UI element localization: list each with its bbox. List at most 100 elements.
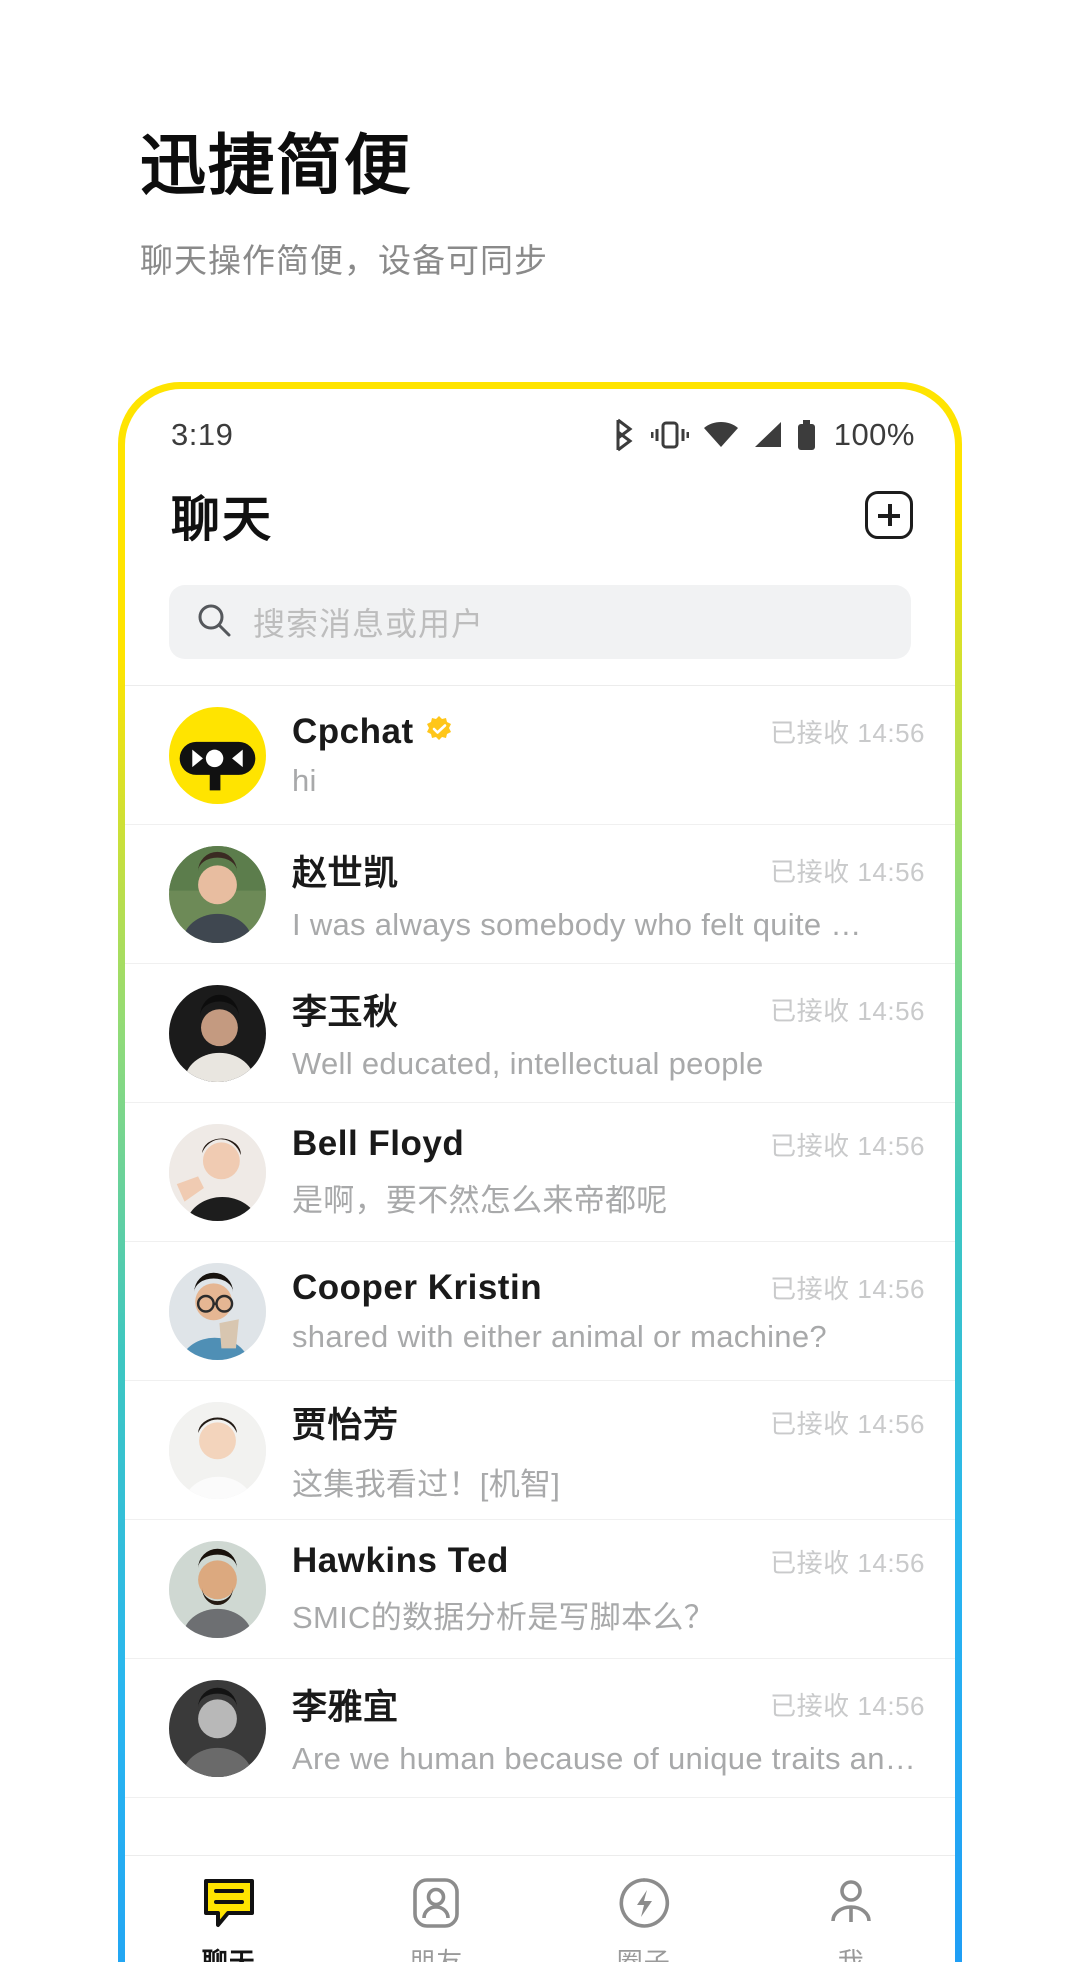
- phone-frame-gradient: 3:19 100% 聊天 搜索消息或用户 Cpchat 已接收 14:56 hi…: [118, 382, 962, 1962]
- photo-avatar-man-glasses-cup: [169, 1262, 266, 1360]
- list-item[interactable]: 贾怡芳 已接收 14:56 这集我看过！[机智]: [125, 1381, 955, 1520]
- list-item-body: Hawkins Ted 已接收 14:56 SMIC的数据分析是写脚本么？: [266, 1541, 925, 1637]
- tab-label: 圈子: [616, 1947, 671, 1962]
- list-item-header: Cooper Kristin 已接收 14:56: [292, 1268, 925, 1308]
- page-title: 迅捷简便: [140, 128, 412, 202]
- friends-person-icon: [411, 1874, 461, 1932]
- phone-mockup: 3:19 100% 聊天 搜索消息或用户 Cpchat 已接收 14:56 hi…: [118, 382, 962, 1962]
- contact-name: Cooper Kristin: [292, 1267, 543, 1307]
- status-badge: 已接收 14:56: [770, 1547, 925, 1578]
- profile-person-icon: [826, 1874, 876, 1932]
- phone-screen: 3:19 100% 聊天 搜索消息或用户 Cpchat 已接收 14:56 hi…: [125, 389, 955, 1962]
- battery-percent-label: 100%: [833, 417, 915, 452]
- message-preview: SMIC的数据分析是写脚本么？: [292, 1600, 715, 1635]
- chat-bubble-icon: [202, 1874, 256, 1932]
- avatar: [169, 1679, 266, 1777]
- list-item-body: 赵世凯 已接收 14:56 I was always somebody who …: [266, 845, 925, 943]
- tab-label: 朋友: [409, 1947, 464, 1962]
- status-badge: 已接收 14:56: [770, 1274, 925, 1304]
- list-item-body: 李雅宜 已接收 14:56 Are we human because of un…: [266, 1679, 925, 1777]
- list-item[interactable]: Cooper Kristin 已接收 14:56 shared with eit…: [125, 1242, 955, 1381]
- status-badge: 已接收 14:56: [770, 857, 925, 887]
- avatar: [169, 706, 266, 804]
- list-item[interactable]: Hawkins Ted 已接收 14:56 SMIC的数据分析是写脚本么？: [125, 1520, 955, 1659]
- photo-avatar-man-outdoors: [169, 845, 266, 943]
- avatar: [169, 1540, 266, 1638]
- status-badge: 已接收 14:56: [770, 718, 925, 748]
- page-subtitle: 聊天操作简便，设备可同步: [140, 241, 548, 279]
- list-item-header: Cpchat 已接收 14:56: [292, 712, 925, 752]
- contact-name: Bell Floyd: [292, 1124, 465, 1163]
- contact-name: 李玉秋: [292, 993, 399, 1032]
- list-item-body: 贾怡芳 已接收 14:56 这集我看过！[机智]: [266, 1397, 925, 1504]
- message-preview: I was always somebody who felt quite …: [292, 907, 862, 942]
- app-header: 聊天: [125, 467, 955, 563]
- status-bar-clock: 3:19: [171, 417, 234, 452]
- status-bar-icons: 100%: [611, 417, 915, 453]
- list-item-header: 赵世凯 已接收 14:56: [292, 845, 925, 896]
- vibrate-icon: [650, 419, 689, 451]
- avatar: [169, 984, 266, 1082]
- cellular-signal-icon: [753, 421, 783, 449]
- contact-name: Cpchat: [292, 711, 414, 751]
- status-badge: 已接收 14:56: [770, 1130, 925, 1161]
- app-title: 聊天: [171, 492, 274, 547]
- photo-avatar-woman-white-shirt: [169, 1401, 266, 1499]
- list-item[interactable]: 李雅宜 已接收 14:56 Are we human because of un…: [125, 1659, 955, 1798]
- message-preview: hi: [292, 762, 317, 798]
- bottom-tab-bar: 聊天 朋友 圈子 我: [125, 1855, 955, 1962]
- status-bar: 3:19 100%: [125, 389, 955, 467]
- contact-name: 赵世凯: [292, 854, 399, 893]
- avatar: [169, 1401, 266, 1499]
- search-icon: [197, 603, 231, 642]
- tab-label: 聊天: [201, 1947, 256, 1962]
- cpchat-logo-avatar: [179, 741, 256, 790]
- message-preview: shared with either animal or machine?: [292, 1318, 827, 1354]
- message-preview: Are we human because of unique traits an…: [292, 1741, 925, 1776]
- search-input[interactable]: 搜索消息或用户: [169, 585, 911, 659]
- message-preview: Well educated, intellectual people: [292, 1046, 764, 1081]
- list-item-body: 李玉秋 已接收 14:56 Well educated, intellectua…: [266, 984, 925, 1082]
- avatar: [169, 1123, 266, 1221]
- status-badge: 已接收 14:56: [770, 1691, 925, 1721]
- contact-name: 李雅宜: [292, 1688, 399, 1727]
- tab-chat[interactable]: 聊天: [125, 1874, 333, 1962]
- list-item-header: 贾怡芳 已接收 14:56: [292, 1397, 925, 1448]
- avatar: [169, 845, 266, 943]
- status-badge: 已接收 14:56: [770, 996, 925, 1026]
- moments-bolt-icon: [618, 1874, 670, 1932]
- tab-moments[interactable]: 圈子: [540, 1874, 748, 1962]
- wifi-icon: [703, 421, 739, 449]
- promo-header: 迅捷简便 聊天操作简便，设备可同步: [0, 0, 1080, 282]
- plus-square-icon[interactable]: [865, 491, 913, 539]
- bluetooth-icon: [611, 418, 637, 452]
- search-zone: 搜索消息或用户: [125, 563, 955, 685]
- contact-name: Hawkins Ted: [292, 1541, 509, 1580]
- list-item-header: 李玉秋 已接收 14:56: [292, 984, 925, 1035]
- list-item[interactable]: 赵世凯 已接收 14:56 I was always somebody who …: [125, 825, 955, 964]
- status-badge: 已接收 14:56: [770, 1408, 925, 1439]
- list-item-body: Cpchat 已接收 14:56 hi: [266, 712, 925, 799]
- tab-profile[interactable]: 我: [748, 1874, 956, 1962]
- search-placeholder: 搜索消息或用户: [253, 606, 485, 642]
- chat-list[interactable]: Cpchat 已接收 14:56 hi 赵世凯 已接收 14:56 I was …: [125, 685, 955, 1855]
- list-item-header: Bell Floyd 已接收 14:56: [292, 1124, 925, 1164]
- list-item[interactable]: Cpchat 已接收 14:56 hi: [125, 686, 955, 825]
- list-item[interactable]: Bell Floyd 已接收 14:56 是啊，要不然怎么来帝都呢: [125, 1103, 955, 1242]
- contact-name: 贾怡芳: [292, 1405, 399, 1445]
- verified-badge-icon: [426, 716, 452, 747]
- list-item-body: Bell Floyd 已接收 14:56 是啊，要不然怎么来帝都呢: [266, 1124, 925, 1220]
- tab-label: 我: [837, 1947, 865, 1962]
- battery-icon: [797, 420, 816, 450]
- list-item-body: Cooper Kristin 已接收 14:56 shared with eit…: [266, 1268, 925, 1355]
- list-item-header: Hawkins Ted 已接收 14:56: [292, 1541, 925, 1581]
- photo-avatar-woman-posing: [169, 1123, 266, 1221]
- tab-friends[interactable]: 朋友: [333, 1874, 541, 1962]
- photo-avatar-man-bw: [169, 1679, 266, 1777]
- message-preview: 是啊，要不然怎么来帝都呢: [292, 1183, 668, 1218]
- avatar: [169, 1262, 266, 1360]
- list-item-header: 李雅宜 已接收 14:56: [292, 1679, 925, 1730]
- photo-avatar-man-beard: [169, 1540, 266, 1638]
- photo-avatar-man-dark: [169, 984, 266, 1082]
- list-item[interactable]: 李玉秋 已接收 14:56 Well educated, intellectua…: [125, 964, 955, 1103]
